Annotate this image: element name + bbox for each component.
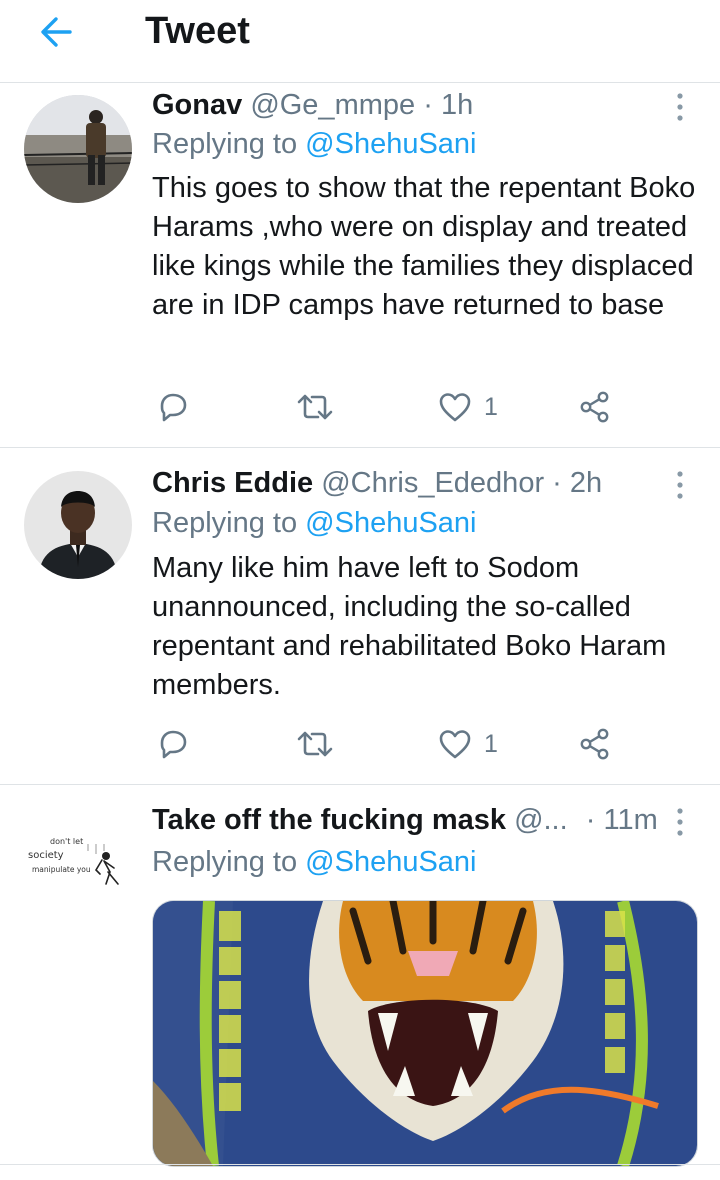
avatar[interactable] [24, 471, 132, 579]
tweet-header: Chris Eddie @Chris_Ededhor · 2h [152, 467, 602, 500]
share-button[interactable] [578, 724, 612, 764]
user-name[interactable]: Take off the fucking mask [152, 804, 506, 836]
like-button[interactable]: 1 [438, 387, 498, 427]
user-name[interactable]: Gonav [152, 89, 242, 121]
page-title: Tweet [145, 10, 250, 52]
tweet-text: Many like him have left to Sodom unannou… [152, 552, 667, 701]
timestamp[interactable]: 1h [441, 89, 473, 121]
avatar[interactable] [24, 95, 132, 203]
back-button[interactable] [36, 12, 76, 52]
replying-to-label: Replying to [152, 128, 298, 160]
top-bar: Tweet [0, 0, 720, 83]
tweet-image[interactable] [152, 900, 698, 1167]
user-handle[interactable]: @... [514, 804, 568, 836]
replying-to-line: Replying to @ShehuSani [152, 846, 477, 879]
retweet-button[interactable] [296, 387, 334, 427]
avatar-text-line: don't let [50, 837, 83, 846]
share-icon [580, 391, 609, 423]
reply-button[interactable] [156, 387, 190, 427]
more-options-button[interactable] [672, 469, 688, 501]
tweet-actions: 1 [152, 724, 712, 764]
like-count: 1 [484, 729, 498, 758]
more-options-button[interactable] [672, 91, 688, 123]
replying-to-line: Replying to @ShehuSani [152, 128, 477, 161]
separator-dot: · [552, 467, 562, 499]
mention-link[interactable]: @ShehuSani [305, 507, 476, 539]
replying-to-line: Replying to @ShehuSani [152, 507, 477, 540]
tweet-actions: 1 [152, 387, 712, 427]
tweet[interactable]: Gonav @Ge_mmpe · 1h Replying to @ShehuSa… [0, 83, 720, 448]
like-count: 1 [484, 392, 498, 421]
tweet[interactable]: Chris Eddie @Chris_Ededhor · 2h Replying… [0, 447, 720, 785]
tweet-header: Gonav @Ge_mmpe · 1h [152, 89, 473, 122]
mention-link[interactable]: @ShehuSani [305, 128, 476, 160]
separator-dot: · [585, 804, 596, 836]
more-vertical-icon [677, 471, 683, 499]
more-options-button[interactable] [672, 806, 688, 838]
retweet-icon [297, 731, 333, 757]
heart-icon [439, 730, 471, 759]
replying-to-label: Replying to [152, 507, 298, 539]
avatar-text-line: manipulate you [32, 865, 91, 874]
separator-dot: · [423, 89, 433, 121]
user-handle[interactable]: @Ge_mmpe [250, 89, 415, 121]
share-button[interactable] [578, 387, 612, 427]
reply-icon [160, 730, 187, 759]
tweet-header: Take off the fucking mask @... · 11m [152, 804, 658, 837]
reply-button[interactable] [156, 724, 190, 764]
reply-icon [160, 393, 187, 422]
retweet-icon [297, 394, 333, 420]
like-button[interactable]: 1 [438, 724, 498, 764]
replying-to-label: Replying to [152, 846, 298, 878]
user-handle[interactable]: @Chris_Ededhor [321, 467, 544, 499]
tweet-text: This goes to show that the repentant Bok… [152, 172, 696, 321]
timestamp[interactable]: 2h [570, 467, 602, 499]
mention-link[interactable]: @ShehuSani [305, 846, 476, 878]
more-vertical-icon [677, 808, 683, 836]
more-vertical-icon [677, 93, 683, 121]
back-arrow-icon [41, 17, 72, 47]
heart-icon [439, 393, 471, 422]
avatar-text-line: society [28, 850, 64, 861]
share-icon [580, 728, 609, 760]
timestamp[interactable]: 11m [603, 804, 657, 836]
divider [0, 1164, 720, 1165]
avatar[interactable]: don't let society manipulate you [24, 804, 132, 912]
user-name[interactable]: Chris Eddie [152, 467, 313, 499]
retweet-button[interactable] [296, 724, 334, 764]
